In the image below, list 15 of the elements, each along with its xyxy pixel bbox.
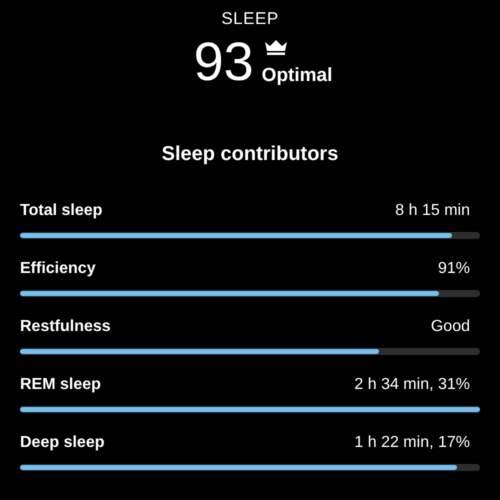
- contributor-name: REM sleep: [20, 376, 101, 394]
- contributor-value: 2 h 34 min, 31%: [354, 376, 470, 394]
- section-title: Sleep contributors: [160, 143, 340, 166]
- score-rating: Optimal: [262, 65, 332, 87]
- contributor-value: 1 h 22 min, 17%: [354, 434, 470, 452]
- page-title: SLEEP: [221, 9, 279, 29]
- sleep-score: 93: [194, 35, 254, 89]
- contributor-name: Total sleep: [20, 202, 102, 220]
- contributor-name: Efficiency: [20, 260, 96, 278]
- contributor-value: 8 h 15 min: [395, 202, 470, 220]
- contributor-name: Restfulness: [20, 318, 111, 336]
- contributor-name: Deep sleep: [20, 434, 104, 452]
- crown-icon: [264, 40, 287, 55]
- contributor-value: Good: [430, 318, 470, 336]
- contributor-value: 91%: [438, 260, 470, 278]
